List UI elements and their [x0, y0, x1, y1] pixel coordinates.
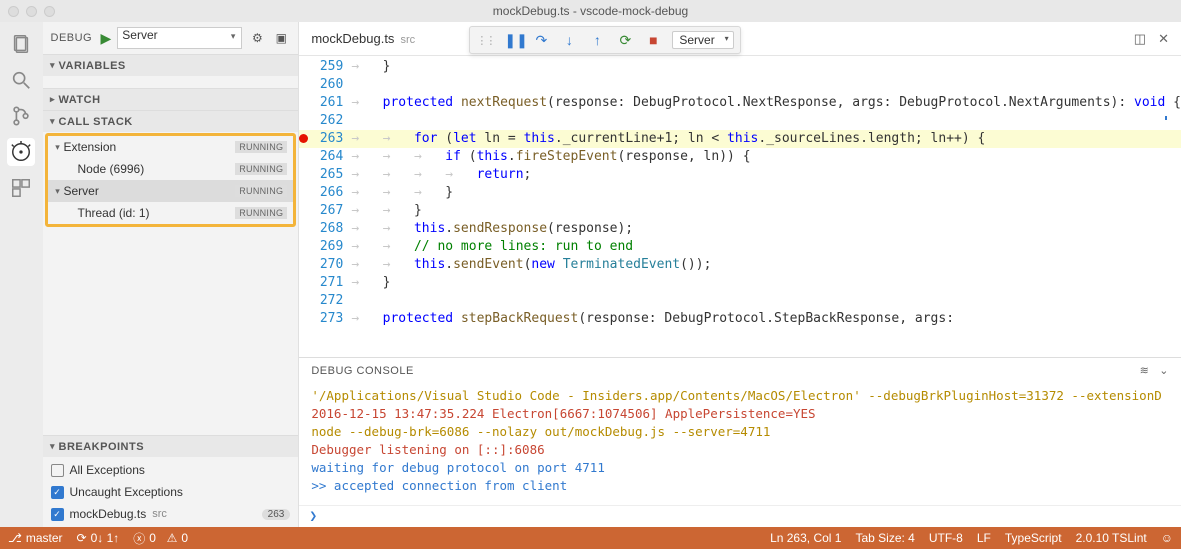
close-editor-icon[interactable]: ✕	[1158, 31, 1169, 47]
pause-icon[interactable]: ❚❚	[504, 32, 522, 49]
debug-sidebar: DEBUG ▶ Server ⚙ ▣ ▾VARIABLES ▸WATCH ▾CA…	[43, 22, 300, 527]
callstack-row[interactable]: ▾ExtensionRUNNING	[48, 136, 294, 158]
debug-console-header[interactable]: DEBUG CONSOLE ≋ ⌄	[299, 357, 1181, 383]
sync-item[interactable]: ⟳ 0↓ 1↑	[77, 531, 120, 545]
step-into-icon[interactable]: ↓	[560, 32, 578, 48]
stop-icon[interactable]: ■	[644, 32, 662, 48]
tslint[interactable]: 2.0.10 TSLint	[1076, 531, 1147, 545]
window-titlebar: mockDebug.ts - vscode-mock-debug	[0, 0, 1181, 22]
debug-console-icon[interactable]: ▣	[272, 31, 290, 45]
encoding[interactable]: UTF-8	[929, 531, 963, 545]
window-title: mockDebug.ts - vscode-mock-debug	[493, 4, 688, 18]
restart-icon[interactable]: ⟳	[616, 32, 634, 49]
debug-config-select[interactable]: Server	[117, 27, 242, 49]
debug-toolbar[interactable]: ⋮⋮ ❚❚ ↷ ↓ ↑ ⟳ ■ Server	[469, 26, 740, 54]
start-debug-button[interactable]: ▶	[101, 30, 112, 47]
breakpoint-row[interactable]: ✓mockDebug.tssrc263	[51, 503, 291, 525]
traffic-min[interactable]	[26, 6, 37, 17]
callstack-row[interactable]: ▾ServerRUNNING	[48, 180, 294, 202]
watch-header[interactable]: ▸WATCH	[43, 88, 299, 110]
code-line[interactable]: 264→ → → if (this.fireStepEvent(response…	[299, 148, 1181, 166]
language-mode[interactable]: TypeScript	[1005, 531, 1062, 545]
scm-icon[interactable]	[7, 102, 35, 130]
code-line[interactable]: 259→ }	[299, 58, 1181, 76]
code-line[interactable]: 266→ → → }	[299, 184, 1181, 202]
step-over-icon[interactable]: ↷	[532, 32, 550, 49]
console-line: >> accepted connection from client	[311, 477, 1169, 495]
code-line[interactable]: 269→ → // no more lines: run to end	[299, 238, 1181, 256]
debug-console-input[interactable]: ❯	[299, 505, 1181, 527]
callstack-row[interactable]: Node (6996)RUNNING	[48, 158, 294, 180]
console-line: node --debug-brk=6086 --nolazy out/mockD…	[311, 423, 1169, 441]
console-line: '/Applications/Visual Studio Code - Insi…	[311, 387, 1169, 405]
code-line[interactable]: 273→ protected stepBackRequest(response:…	[299, 310, 1181, 328]
editor-tabbar: mockDebug.ts src ⋮⋮ ❚❚ ↷ ↓ ↑ ⟳ ■ Server …	[299, 22, 1181, 56]
code-line[interactable]: 265→ → → → return;	[299, 166, 1181, 184]
debug-console-output[interactable]: '/Applications/Visual Studio Code - Insi…	[299, 383, 1181, 505]
code-editor[interactable]: 259→ }260261→ protected nextRequest(resp…	[299, 56, 1181, 357]
code-line[interactable]: 262	[299, 112, 1181, 130]
callstack-list: ▾ExtensionRUNNINGNode (6996)RUNNING▾Serv…	[45, 133, 297, 227]
problems-item[interactable]: ⓧ 0 ⚠ 0	[133, 530, 188, 547]
console-line: Debugger listening on [::]:6086	[311, 441, 1169, 459]
console-line: 2016-12-15 13:47:35.224 Electron[6667:10…	[311, 405, 1169, 423]
collapse-console-icon[interactable]: ⌄	[1159, 364, 1169, 377]
split-editor-icon[interactable]: ◫	[1134, 31, 1146, 47]
debug-session-select[interactable]: Server	[672, 31, 733, 49]
code-line[interactable]: 272	[299, 292, 1181, 310]
variables-header[interactable]: ▾VARIABLES	[43, 54, 299, 76]
code-line[interactable]: 268→ → this.sendResponse(response);	[299, 220, 1181, 238]
callstack-header[interactable]: ▾CALL STACK	[43, 110, 299, 132]
debug-icon[interactable]	[7, 138, 35, 166]
extensions-icon[interactable]	[7, 174, 35, 202]
breakpoint-row[interactable]: ✓Uncaught Exceptions	[51, 481, 291, 503]
code-line[interactable]: 267→ → }	[299, 202, 1181, 220]
traffic-close[interactable]	[8, 6, 19, 17]
code-line[interactable]: 263→ → for (let ln = this._currentLine+1…	[299, 130, 1181, 148]
console-line: waiting for debug protocol on port 4711	[311, 459, 1169, 477]
cursor-pos[interactable]: Ln 263, Col 1	[770, 531, 841, 545]
branch-item[interactable]: ⎇ master	[8, 531, 63, 545]
search-icon[interactable]	[7, 66, 35, 94]
code-line[interactable]: 271→ }	[299, 274, 1181, 292]
activity-bar	[0, 22, 43, 527]
breakpoint-row[interactable]: All Exceptions	[51, 459, 291, 481]
editor-tab[interactable]: mockDebug.ts src	[311, 31, 415, 46]
step-out-icon[interactable]: ↑	[588, 32, 606, 48]
callstack-row[interactable]: Thread (id: 1)RUNNING	[48, 202, 294, 224]
traffic-max[interactable]	[44, 6, 55, 17]
eol[interactable]: LF	[977, 531, 991, 545]
code-line[interactable]: 270→ → this.sendEvent(new TerminatedEven…	[299, 256, 1181, 274]
breakpoints-header[interactable]: ▾BREAKPOINTS	[43, 435, 299, 457]
sidebar-title: DEBUG	[51, 32, 95, 44]
tab-size[interactable]: Tab Size: 4	[855, 531, 914, 545]
explorer-icon[interactable]	[7, 30, 35, 58]
code-line[interactable]: 261→ protected nextRequest(response: Deb…	[299, 94, 1181, 112]
code-line[interactable]: 260	[299, 76, 1181, 94]
status-bar: ⎇ master ⟳ 0↓ 1↑ ⓧ 0 ⚠ 0 Ln 263, Col 1 T…	[0, 527, 1181, 549]
drag-grip-icon[interactable]: ⋮⋮	[476, 34, 494, 47]
gear-icon[interactable]: ⚙	[248, 31, 266, 45]
feedback-icon[interactable]: ☺	[1161, 531, 1173, 545]
clear-console-icon[interactable]: ≋	[1140, 364, 1150, 377]
